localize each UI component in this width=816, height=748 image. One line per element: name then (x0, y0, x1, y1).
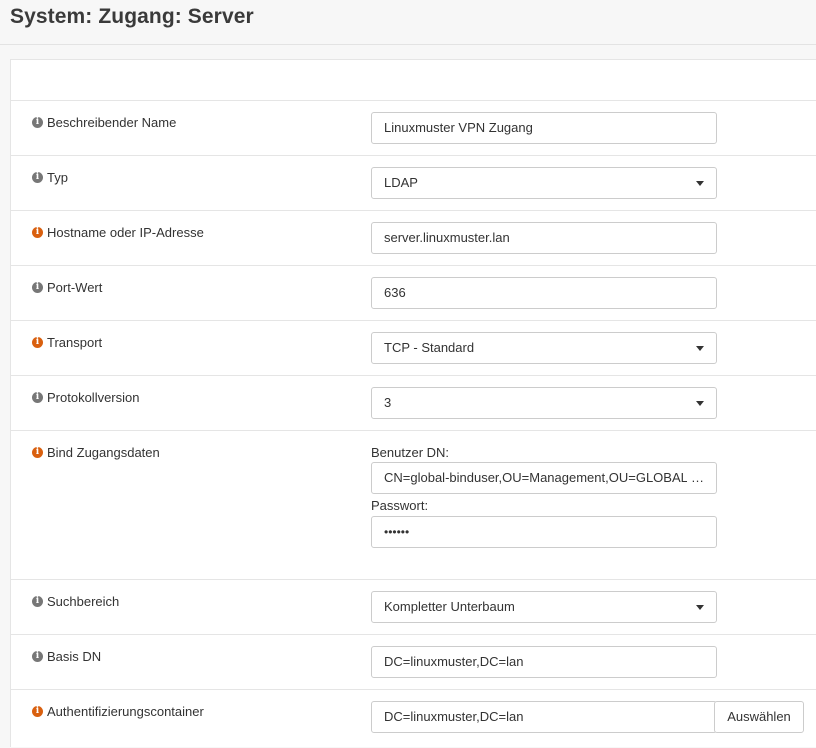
row-auth-container: i Authentifizierungscontainer DC=linuxmu… (11, 689, 816, 748)
row-search-scope: i Suchbereich Kompletter Unterbaum (11, 579, 816, 635)
protocol-version-value: 3 (384, 395, 392, 410)
select-container-button[interactable]: Auswählen (714, 701, 804, 733)
row-label: i Protokollversion (32, 390, 140, 405)
row-label: i Transport (32, 335, 102, 350)
overflow-ellipsis: … (687, 463, 704, 493)
user-dn-value: CN=global-binduser,OU=Management,OU=GLOB… (384, 470, 692, 485)
row-description: i Beschreibender Name Linuxmuster VPN Zu… (11, 100, 816, 156)
protocol-version-select[interactable]: 3 (371, 387, 717, 419)
base-dn-label: Basis DN (47, 649, 102, 664)
chevron-down-icon (696, 181, 704, 186)
auth-container-input[interactable]: DC=linuxmuster,DC=lan (371, 701, 717, 733)
row-port: i Port-Wert 636 (11, 265, 816, 321)
info-icon[interactable]: i (32, 706, 43, 717)
auth-container-label: Authentifizierungscontainer (47, 704, 204, 719)
transport-select-value: TCP - Standard (384, 340, 475, 355)
type-select[interactable]: LDAP (371, 167, 717, 199)
transport-select[interactable]: TCP - Standard (371, 332, 717, 364)
base-dn-input[interactable]: DC=linuxmuster,DC=lan (371, 646, 717, 678)
row-bind-credentials: i Bind Zugangsdaten Benutzer DN: CN=glob… (11, 430, 816, 580)
info-icon[interactable]: i (32, 337, 43, 348)
row-base-dn: i Basis DN DC=linuxmuster,DC=lan (11, 634, 816, 690)
user-dn-input[interactable]: CN=global-binduser,OU=Management,OU=GLOB… (371, 462, 717, 494)
row-label: i Bind Zugangsdaten (32, 445, 160, 460)
info-icon[interactable]: i (32, 596, 43, 607)
search-scope-label: Suchbereich (47, 594, 120, 609)
settings-panel: i Beschreibender Name Linuxmuster VPN Zu… (10, 59, 816, 747)
bind-credentials-label: Bind Zugangsdaten (47, 445, 160, 460)
transport-label: Transport (47, 335, 103, 350)
password-label: Passwort: (371, 498, 429, 513)
type-label: Typ (47, 170, 68, 185)
info-icon[interactable]: i (32, 282, 43, 293)
row-transport: i Transport TCP - Standard (11, 320, 816, 376)
description-label: Beschreibender Name (47, 115, 177, 130)
page-title: System: Zugang: Server (10, 5, 254, 28)
port-label: Port-Wert (47, 280, 103, 295)
info-icon[interactable]: i (32, 651, 43, 662)
search-scope-value: Kompletter Unterbaum (384, 599, 515, 614)
row-label: i Basis DN (32, 649, 101, 664)
search-scope-select[interactable]: Kompletter Unterbaum (371, 591, 717, 623)
hostname-label: Hostname oder IP-Adresse (47, 225, 204, 240)
chevron-down-icon (696, 401, 704, 406)
row-label: i Typ (32, 170, 68, 185)
info-icon[interactable]: i (32, 172, 43, 183)
row-label: i Hostname oder IP-Adresse (32, 225, 204, 240)
port-input[interactable]: 636 (371, 277, 717, 309)
row-label: i Authentifizierungscontainer (32, 704, 204, 719)
description-input[interactable]: Linuxmuster VPN Zugang (371, 112, 717, 144)
info-icon[interactable]: i (32, 227, 43, 238)
info-icon[interactable]: i (32, 117, 43, 128)
row-hostname: i Hostname oder IP-Adresse server.linuxm… (11, 210, 816, 266)
row-protocol-version: i Protokollversion 3 (11, 375, 816, 431)
chevron-down-icon (696, 346, 704, 351)
user-dn-label: Benutzer DN: (371, 445, 450, 460)
row-type: i Typ LDAP (11, 155, 816, 211)
row-label: i Port-Wert (32, 280, 102, 295)
info-icon[interactable]: i (32, 447, 43, 458)
type-select-value: LDAP (384, 175, 418, 190)
chevron-down-icon (696, 605, 704, 610)
row-label: i Beschreibender Name (32, 115, 176, 130)
page-header: System: Zugang: Server (0, 0, 816, 45)
hostname-input[interactable]: server.linuxmuster.lan (371, 222, 717, 254)
password-input[interactable]: •••••• (371, 516, 717, 548)
info-icon[interactable]: i (32, 392, 43, 403)
row-label: i Suchbereich (32, 594, 119, 609)
password-value: •••••• (384, 525, 410, 539)
protocol-version-label: Protokollversion (47, 390, 140, 405)
